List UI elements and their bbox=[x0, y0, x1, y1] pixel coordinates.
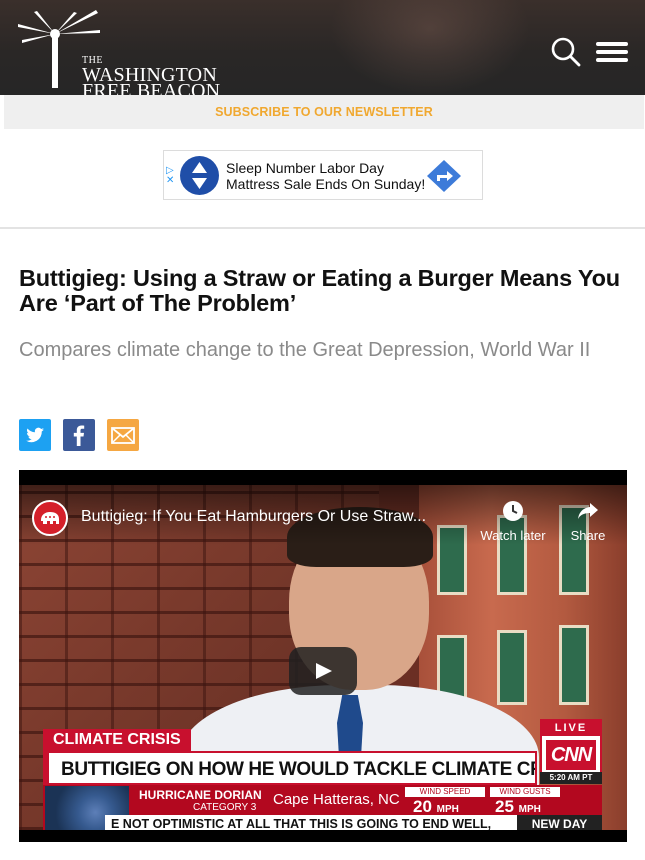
ad-choices-icon[interactable]: ▷ ✕ bbox=[166, 166, 174, 186]
cnn-logo: CNN bbox=[546, 740, 596, 770]
header-background-image bbox=[330, 0, 530, 95]
ad-text[interactable]: Sleep Number Labor Day Mattress Sale End… bbox=[226, 160, 425, 192]
watch-later-button[interactable]: Watch later bbox=[477, 500, 549, 543]
newsletter-subscribe-bar[interactable]: SUBSCRIBE TO OUR NEWSLETTER bbox=[4, 95, 644, 129]
channel-avatar[interactable] bbox=[32, 500, 68, 536]
play-button[interactable] bbox=[289, 647, 357, 695]
play-icon bbox=[316, 663, 332, 679]
window bbox=[497, 630, 527, 705]
chyron-tag: CLIMATE CRISIS bbox=[43, 729, 191, 751]
storm-name: HURRICANE DORIAN bbox=[139, 788, 262, 802]
share-label: Share bbox=[570, 528, 606, 543]
article-headline: Buttigieg: Using a Straw or Eating a Bur… bbox=[19, 265, 620, 316]
wind-speed-value: 20 MPH bbox=[413, 797, 459, 817]
video-player[interactable]: Buttigieg: If You Eat Hamburgers Or Use … bbox=[19, 470, 627, 842]
ad-container: ▷ ✕ Sleep Number Labor Day Mattress Sale … bbox=[0, 129, 645, 229]
share-email-button[interactable] bbox=[107, 419, 139, 451]
video-title-bar: Buttigieg: If You Eat Hamburgers Or Use … bbox=[19, 485, 627, 545]
show-name: NEW DAY bbox=[517, 815, 602, 830]
wind-speed-number: 20 bbox=[413, 797, 432, 816]
republican-elephant-icon bbox=[41, 512, 59, 524]
logo-line-free-beacon: FREE BEACON bbox=[82, 80, 221, 95]
sleep-number-ad[interactable]: ▷ ✕ Sleep Number Labor Day Mattress Sale … bbox=[163, 150, 483, 200]
window bbox=[559, 625, 589, 705]
twitter-icon bbox=[26, 427, 44, 443]
site-logo[interactable]: THE WASHINGTON FREE BEACON bbox=[16, 10, 220, 95]
share-twitter-button[interactable] bbox=[19, 419, 51, 451]
email-icon bbox=[111, 427, 135, 444]
wind-speed-label: WIND SPEED bbox=[405, 787, 485, 797]
chyron-headline: BUTTIGIEG ON HOW HE WOULD TACKLE CLIMATE… bbox=[43, 751, 537, 785]
video-frame: Buttigieg: If You Eat Hamburgers Or Use … bbox=[19, 485, 627, 830]
hamburger-menu-icon[interactable] bbox=[596, 40, 628, 64]
wind-gusts-label: WIND GUSTS bbox=[490, 787, 560, 797]
storm-location: Cape Hatteras, NC bbox=[273, 791, 400, 808]
facebook-icon bbox=[73, 425, 85, 446]
share-facebook-button[interactable] bbox=[63, 419, 95, 451]
share-arrow-icon bbox=[578, 503, 598, 519]
video-title[interactable]: Buttigieg: If You Eat Hamburgers Or Use … bbox=[81, 508, 426, 526]
wind-speed-unit: MPH bbox=[436, 804, 459, 815]
video-share-button[interactable]: Share bbox=[564, 500, 612, 543]
sleep-number-logo-icon bbox=[180, 156, 219, 195]
broadcast-time: 5:20 AM PT bbox=[540, 772, 602, 784]
wind-gusts-value: 25 MPH bbox=[495, 797, 541, 817]
search-icon[interactable] bbox=[550, 36, 582, 68]
clock-icon bbox=[503, 501, 523, 521]
wind-gusts-number: 25 bbox=[495, 797, 514, 816]
directions-arrow-icon[interactable] bbox=[426, 159, 462, 193]
live-label: LIVE bbox=[542, 721, 600, 736]
article-subhead: Compares climate change to the Great Dep… bbox=[19, 339, 591, 361]
watch-later-label: Watch later bbox=[480, 528, 546, 543]
subscribe-link[interactable]: SUBSCRIBE TO OUR NEWSLETTER bbox=[215, 105, 433, 119]
ad-text-line1: Sleep Number Labor Day bbox=[226, 160, 384, 176]
ad-text-line2: Mattress Sale Ends On Sunday! bbox=[226, 176, 426, 192]
storm-category: CATEGORY 3 bbox=[193, 802, 257, 813]
site-header: THE WASHINGTON FREE BEACON bbox=[0, 0, 645, 95]
wind-gusts-unit: MPH bbox=[518, 804, 541, 815]
news-crawl: E NOT OPTIMISTIC AT ALL THAT THIS IS GOI… bbox=[105, 815, 517, 830]
